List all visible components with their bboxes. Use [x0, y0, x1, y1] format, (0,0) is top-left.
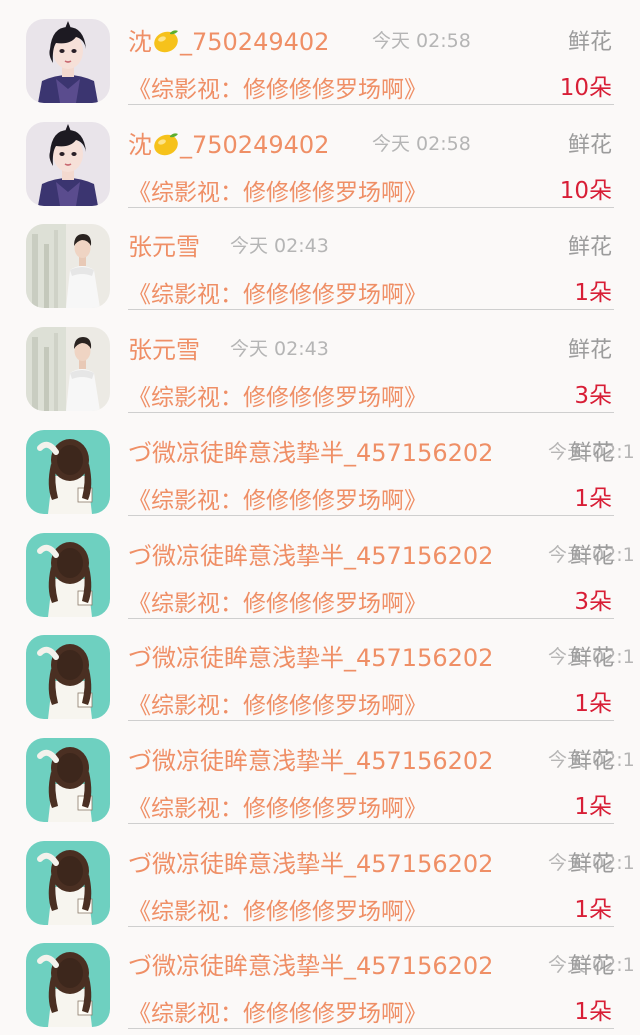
list-item[interactable]: づ微凉徒眸意浅挚半_457156202 今天 02:1 鲜花 《综影视：修修修修…	[0, 727, 640, 830]
user-name-text: 沈	[128, 130, 152, 159]
book-title: 《综影视：修修修修罗场啊》	[128, 795, 427, 822]
divider	[128, 104, 614, 105]
timestamp: 今天 02:58	[372, 30, 471, 52]
list-item[interactable]: づ微凉徒眸意浅挚半_457156202 今天 02:1 鲜花 《综影视：修修修修…	[0, 419, 640, 522]
avatar[interactable]	[26, 840, 110, 925]
gift-count: 3朵	[574, 383, 612, 410]
book-title: 《综影视：修修修修罗场啊》	[128, 282, 427, 309]
gift-type: 鲜花	[569, 543, 614, 569]
user-name-text: づ微凉徒眸意浅挚半_457156202	[128, 541, 494, 570]
book-title: 《综影视：修修修修罗场啊》	[128, 590, 427, 617]
list-item[interactable]: づ微凉徒眸意浅挚半_457156202 今天 02:1 鲜花 《综影视：修修修修…	[0, 522, 640, 625]
divider	[128, 309, 614, 311]
gift-type: 鲜花	[567, 30, 612, 55]
user-name: づ微凉徒眸意浅挚半_457156202	[128, 946, 493, 981]
list-item[interactable]: づ微凉徒眸意浅挚半_457156202 今天 02:1 鲜花 《综影视：修修修修…	[0, 932, 640, 1035]
avatar[interactable]	[26, 635, 110, 720]
book-title: 《综影视：修修修修罗场啊》	[128, 693, 427, 720]
user-name: づ微凉徒眸意浅挚半_457156202	[128, 844, 493, 879]
book-title: 《综影视：修修修修罗场啊》	[128, 898, 427, 925]
gift-count: 1朵	[574, 793, 612, 820]
gift-type: 鲜花	[569, 954, 614, 980]
timestamp: 今天 02:58	[372, 132, 471, 155]
list-item[interactable]: 沈 _750249402 今天 02:58 鲜花 《综影视：修修修修罗场啊》 1…	[0, 111, 640, 214]
gift-count: 1朵	[574, 691, 612, 718]
list-item[interactable]: 张元雪 今天 02:43 鲜花 《综影视：修修修修罗场啊》 3朵	[0, 316, 640, 419]
user-name: 沈 _750249402	[128, 22, 329, 57]
timestamp: 今天 02:43	[230, 235, 329, 258]
gift-count: 3朵	[574, 588, 612, 615]
divider	[128, 720, 614, 722]
user-name: 张元雪	[128, 227, 200, 262]
avatar[interactable]	[26, 737, 110, 822]
gift-type: 鲜花	[569, 748, 614, 774]
gift-type: 鲜花	[569, 440, 614, 466]
user-name-text: 张元雪	[128, 233, 200, 262]
gift-count: 1朵	[574, 999, 612, 1026]
avatar[interactable]	[26, 532, 110, 617]
lemon-emoji-icon	[154, 133, 178, 155]
lemon-emoji-icon	[154, 30, 178, 53]
gift-type: 鲜花	[569, 851, 614, 877]
avatar[interactable]	[26, 429, 110, 514]
book-title: 《综影视：修修修修罗场啊》	[128, 487, 427, 514]
gift-type: 鲜花	[567, 235, 612, 261]
user-name: づ微凉徒眸意浅挚半_457156202	[128, 433, 493, 468]
gift-type: 鲜花	[567, 132, 612, 158]
gift-type: 鲜花	[569, 646, 614, 672]
book-title: 《综影视：修修修修罗场啊》	[128, 77, 427, 103]
avatar[interactable]	[26, 121, 110, 206]
divider	[128, 925, 614, 927]
avatar[interactable]	[26, 943, 110, 1028]
gift-type: 鲜花	[567, 338, 612, 364]
user-name: づ微凉徒眸意浅挚半_457156202	[128, 638, 493, 673]
user-name-text: づ微凉徒眸意浅挚半_457156202	[128, 746, 494, 775]
gift-count: 1朵	[574, 280, 612, 307]
user-name: づ微凉徒眸意浅挚半_457156202	[128, 741, 493, 776]
book-title: 《综影视：修修修修罗场啊》	[128, 179, 427, 206]
user-name-suffix: _750249402	[180, 130, 330, 159]
gift-count: 10朵	[559, 75, 612, 101]
book-title: 《综影视：修修修修罗场啊》	[128, 385, 427, 412]
avatar[interactable]	[26, 327, 110, 412]
divider	[128, 412, 614, 414]
divider	[128, 617, 614, 619]
user-name: づ微凉徒眸意浅挚半_457156202	[128, 536, 493, 571]
user-name-text: 张元雪	[128, 336, 200, 365]
divider	[128, 514, 614, 516]
book-title: 《综影视：修修修修罗场啊》	[128, 1001, 427, 1028]
gift-count: 1朵	[574, 896, 612, 923]
user-name-text: 沈	[128, 28, 152, 56]
user-name-suffix: _750249402	[180, 28, 330, 56]
list-item[interactable]: 沈 _750249402 今天 02:58 鲜花 《综影视：修修修修罗场啊》 1…	[0, 8, 640, 111]
list-item[interactable]: づ微凉徒眸意浅挚半_457156202 今天 02:1 鲜花 《综影视：修修修修…	[0, 830, 640, 933]
user-name-text: づ微凉徒眸意浅挚半_457156202	[128, 849, 494, 878]
user-name-text: づ微凉徒眸意浅挚半_457156202	[128, 952, 494, 981]
divider	[128, 1028, 614, 1030]
gift-count: 1朵	[574, 485, 612, 512]
gift-list: 沈 _750249402 今天 02:58 鲜花 《综影视：修修修修罗场啊》 1…	[0, 0, 640, 1030]
timestamp: 今天 02:43	[230, 338, 329, 361]
user-name: 张元雪	[128, 330, 200, 365]
user-name: 沈 _750249402	[128, 125, 329, 160]
user-name-text: づ微凉徒眸意浅挚半_457156202	[128, 644, 494, 673]
list-item[interactable]: 张元雪 今天 02:43 鲜花 《综影视：修修修修罗场啊》 1朵	[0, 213, 640, 316]
avatar[interactable]	[26, 19, 110, 103]
user-name-text: づ微凉徒眸意浅挚半_457156202	[128, 438, 494, 467]
divider	[128, 822, 614, 824]
gift-count: 10朵	[559, 177, 612, 204]
list-item[interactable]: づ微凉徒眸意浅挚半_457156202 今天 02:1 鲜花 《综影视：修修修修…	[0, 624, 640, 727]
avatar[interactable]	[26, 224, 110, 309]
divider	[128, 206, 614, 208]
